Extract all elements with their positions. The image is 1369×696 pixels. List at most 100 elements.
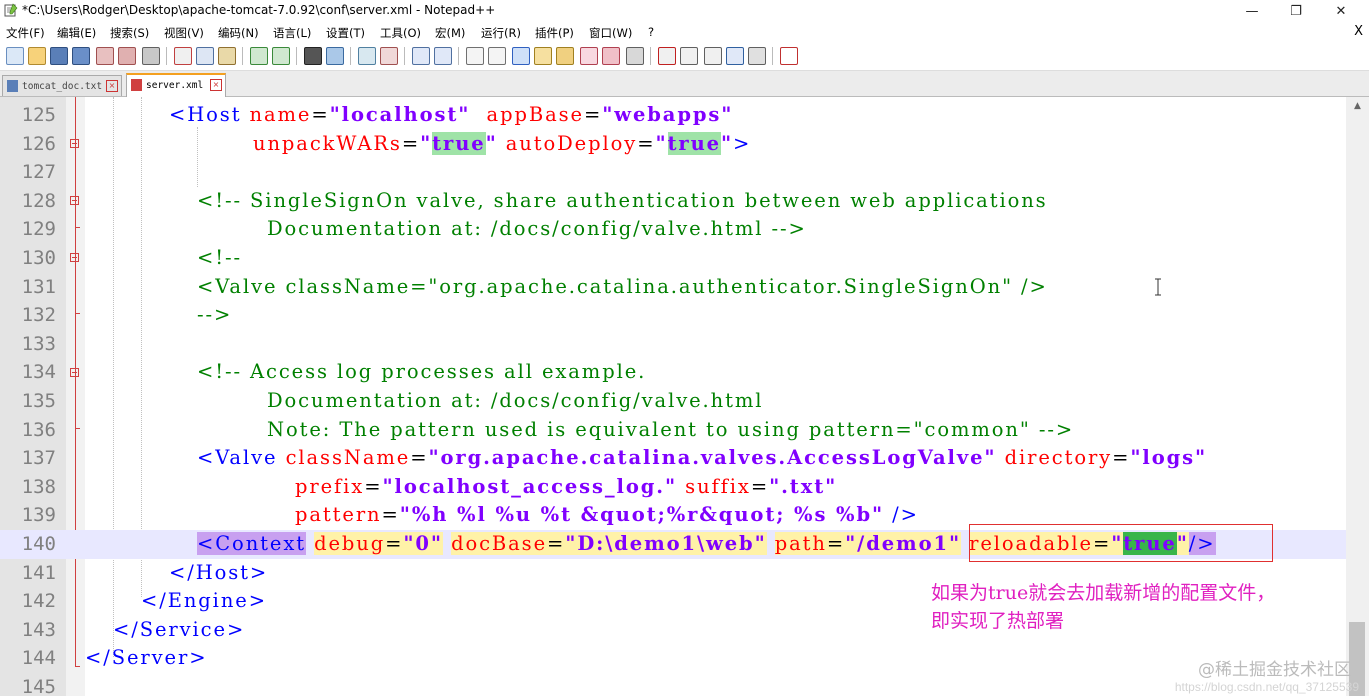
file-icon [7, 80, 18, 92]
undo-icon[interactable] [250, 47, 268, 65]
line-number: 131 [21, 275, 56, 298]
toolbar-separator [350, 47, 351, 65]
line-number: 145 [21, 676, 56, 696]
restore-button[interactable]: ❐ [1273, 0, 1319, 22]
line-text: <Valve className="org.apache.catalina.au… [197, 274, 1048, 298]
sync-horizontal-icon[interactable] [434, 47, 452, 65]
code-line-145: 145 [0, 673, 1346, 696]
cut-icon[interactable] [174, 47, 192, 65]
menu-search[interactable]: 搜索(S) [110, 25, 149, 41]
toolbar [0, 42, 1369, 71]
line-text: </Host> [169, 560, 269, 584]
watermark: @稀土掘金技术社区 [1198, 660, 1351, 680]
menu-macro[interactable]: 宏(M) [435, 25, 465, 41]
stop-macro-icon[interactable] [680, 47, 698, 65]
spell-check-icon[interactable] [780, 47, 798, 65]
code-line-129: 129 Documentation at: /docs/config/valve… [0, 215, 1346, 244]
line-number: 129 [21, 218, 56, 241]
find-icon[interactable] [304, 47, 322, 65]
save-icon[interactable] [50, 47, 68, 65]
record-macro-icon[interactable] [658, 47, 676, 65]
show-all-chars-icon[interactable] [488, 47, 506, 65]
menu-language[interactable]: 语言(L) [273, 25, 311, 41]
line-text: Note: The pattern used is equivalent to … [267, 417, 1075, 441]
save-macro-icon[interactable] [748, 47, 766, 65]
zoom-in-icon[interactable] [358, 47, 376, 65]
print-icon[interactable] [142, 47, 160, 65]
indent-guide-icon[interactable] [512, 47, 530, 65]
toolbar-separator [458, 47, 459, 65]
line-text: --> [197, 303, 233, 327]
play-macro-icon[interactable] [704, 47, 722, 65]
line-number: 132 [21, 304, 56, 327]
tab-tomcat-doc[interactable]: tomcat_doc.txt × [2, 75, 122, 96]
line-text: </Engine> [141, 589, 267, 613]
close-all-icon[interactable] [118, 47, 136, 65]
replace-icon[interactable] [326, 47, 344, 65]
toolbar-separator [772, 47, 773, 65]
run-macro-multiple-icon[interactable] [726, 47, 744, 65]
toolbar-separator [166, 47, 167, 65]
code-line-138: 138 prefix="localhost_access_log." suffi… [0, 473, 1346, 502]
tab-server-xml[interactable]: server.xml × [126, 73, 226, 97]
line-text: </Server> [85, 646, 208, 670]
toolbar-separator [296, 47, 297, 65]
close-tab-icon[interactable]: × [210, 79, 222, 91]
code-line-126: 126 unpackWARs="true" autoDeploy="true"> [0, 130, 1346, 159]
menu-help[interactable]: ? [648, 25, 654, 39]
line-number: 126 [21, 132, 56, 155]
line-number: 135 [21, 390, 56, 412]
code-line-135: 135 Documentation at: /docs/config/valve… [0, 387, 1346, 416]
menu-settings[interactable]: 设置(T) [326, 25, 365, 41]
line-text: prefix="localhost_access_log." suffix=".… [295, 474, 838, 498]
minimize-button[interactable]: — [1229, 0, 1275, 22]
paste-icon[interactable] [218, 47, 236, 65]
copy-icon[interactable] [196, 47, 214, 65]
modified-file-icon [131, 79, 142, 91]
close-document-button[interactable]: X [1354, 24, 1363, 39]
menu-edit[interactable]: 编辑(E) [57, 25, 96, 41]
scroll-up-arrow-icon[interactable]: ▲ [1346, 97, 1369, 115]
sync-vertical-icon[interactable] [412, 47, 430, 65]
tab-label: server.xml [146, 80, 204, 91]
user-language-icon[interactable] [534, 47, 552, 65]
document-map-icon[interactable] [556, 47, 574, 65]
tab-label: tomcat_doc.txt [22, 81, 103, 92]
menu-file[interactable]: 文件(F) [6, 25, 45, 41]
line-number: 139 [21, 504, 56, 527]
code-line-137: 137 <Valve className="org.apache.catalin… [0, 444, 1346, 473]
code-line-131: 131 <Valve className="org.apache.catalin… [0, 273, 1346, 302]
monitoring-icon[interactable] [626, 47, 644, 65]
menu-run[interactable]: 运行(R) [481, 25, 521, 41]
close-window-button[interactable]: ✕ [1318, 0, 1364, 22]
line-text: Documentation at: /docs/config/valve.htm… [267, 217, 807, 241]
toolbar-separator [404, 47, 405, 65]
line-number: 125 [21, 104, 56, 126]
close-icon[interactable] [96, 47, 114, 65]
menu-window[interactable]: 窗口(W) [589, 25, 632, 41]
menu-encoding[interactable]: 编码(N) [218, 25, 259, 41]
zoom-out-icon[interactable] [380, 47, 398, 65]
menu-view[interactable]: 视图(V) [164, 25, 204, 41]
vertical-scrollbar[interactable]: ▲ [1346, 97, 1369, 696]
line-number: 130 [21, 247, 56, 269]
code-line-132: 132 --> [0, 301, 1346, 330]
code-line-127: 127 [0, 158, 1346, 187]
open-file-icon[interactable] [28, 47, 46, 65]
function-list-icon[interactable] [580, 47, 598, 65]
code-line-133: 133 [0, 330, 1346, 359]
menu-tools[interactable]: 工具(O) [380, 25, 421, 41]
save-all-icon[interactable] [72, 47, 90, 65]
folder-workspace-icon[interactable] [602, 47, 620, 65]
word-wrap-icon[interactable] [466, 47, 484, 65]
line-number: 144 [21, 647, 56, 670]
menu-plugins[interactable]: 插件(P) [535, 25, 574, 41]
redo-icon[interactable] [272, 47, 290, 65]
new-file-icon[interactable] [6, 47, 24, 65]
code-line-128: 128 <!-- SingleSignOn valve, share authe… [0, 187, 1346, 216]
close-tab-icon[interactable]: × [106, 80, 118, 92]
code-line-130: 130 <!-- [0, 244, 1346, 273]
window-title: *C:\Users\Rodger\Desktop\apache-tomcat-7… [22, 3, 496, 17]
line-number: 143 [21, 618, 56, 641]
toolbar-separator [242, 47, 243, 65]
